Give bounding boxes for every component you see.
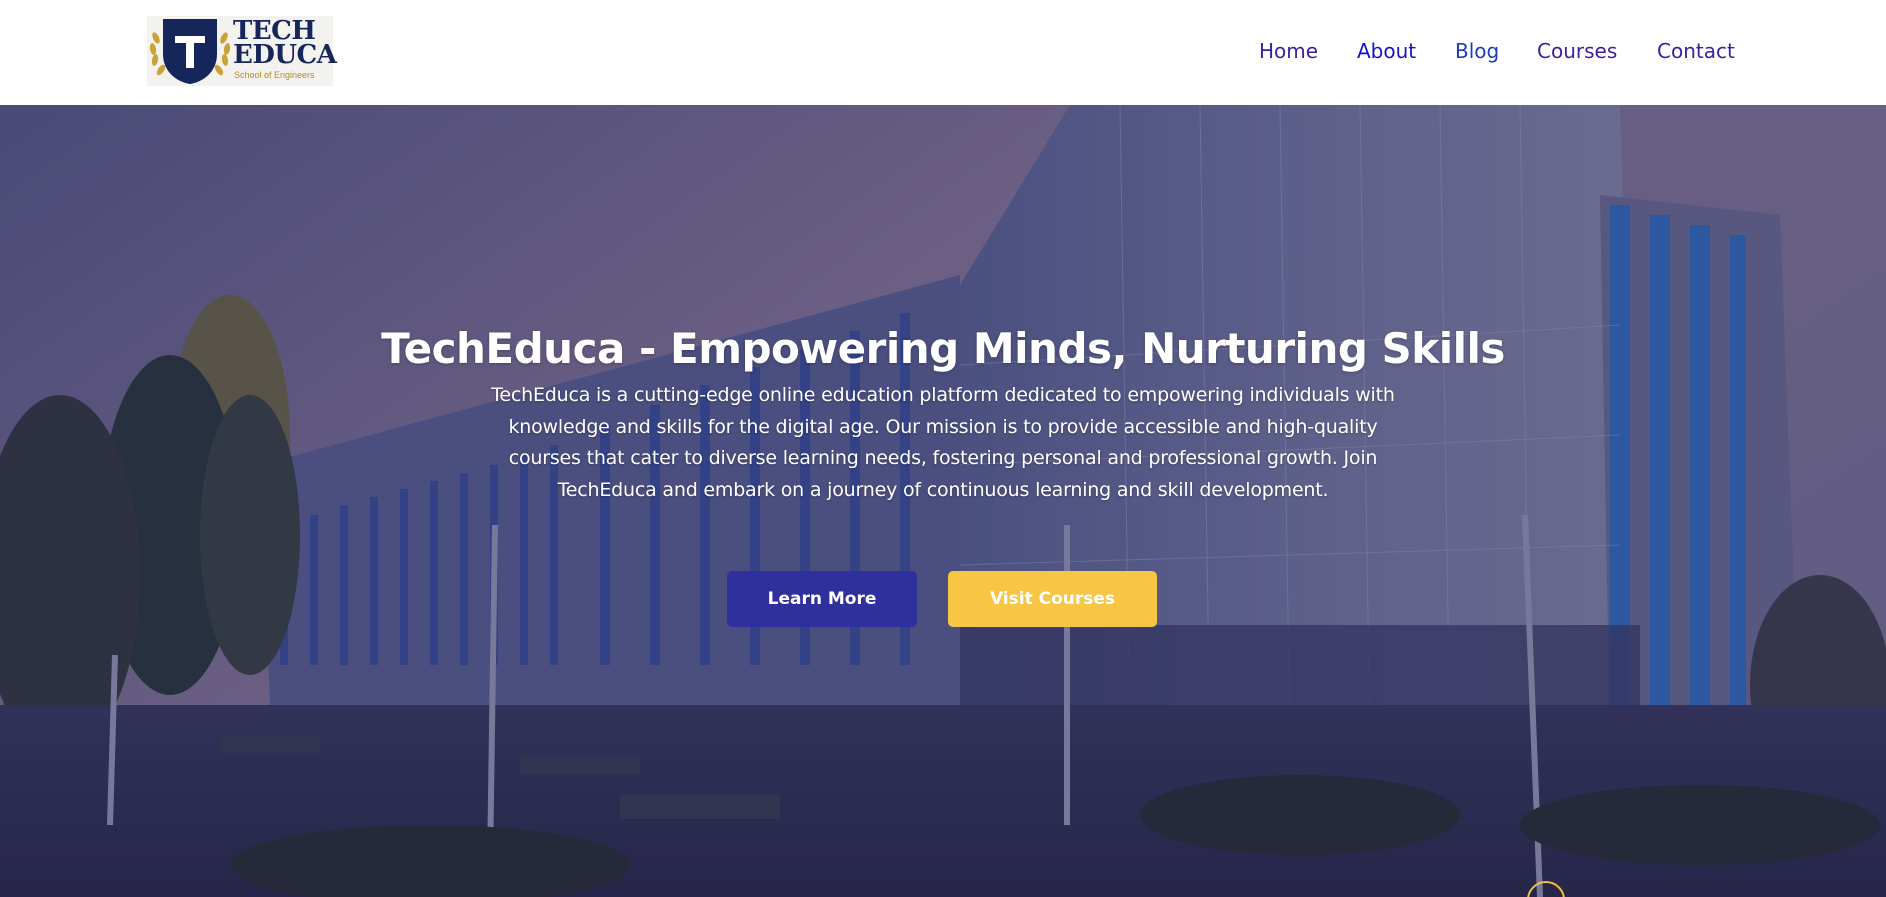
- nav-blog-link[interactable]: Blog: [1455, 36, 1499, 66]
- hero-title: TechEduca - Empowering Minds, Nurturing …: [381, 324, 1505, 373]
- nav-contact-link[interactable]: Contact: [1657, 36, 1735, 66]
- nav-about-link[interactable]: About: [1357, 36, 1416, 66]
- site-header: TECH EDUCA School of Engineers Home Abou…: [0, 0, 1886, 105]
- logo-wordmark: TECH EDUCA: [233, 16, 337, 70]
- nav-home-link[interactable]: Home: [1259, 36, 1318, 66]
- shield-laurel-icon: [149, 19, 231, 84]
- logo-tagline: School of Engineers: [234, 70, 315, 80]
- learn-more-button[interactable]: Learn More: [727, 571, 917, 627]
- visit-courses-button[interactable]: Visit Courses: [948, 571, 1157, 627]
- hero-description: TechEduca is a cutting-edge online educa…: [491, 384, 1395, 501]
- hero-section: TechEduca - Empowering Minds, Nurturing …: [0, 105, 1886, 897]
- techeduca-logo[interactable]: TECH EDUCA School of Engineers: [147, 16, 337, 86]
- nav-courses-link[interactable]: Courses: [1537, 36, 1617, 66]
